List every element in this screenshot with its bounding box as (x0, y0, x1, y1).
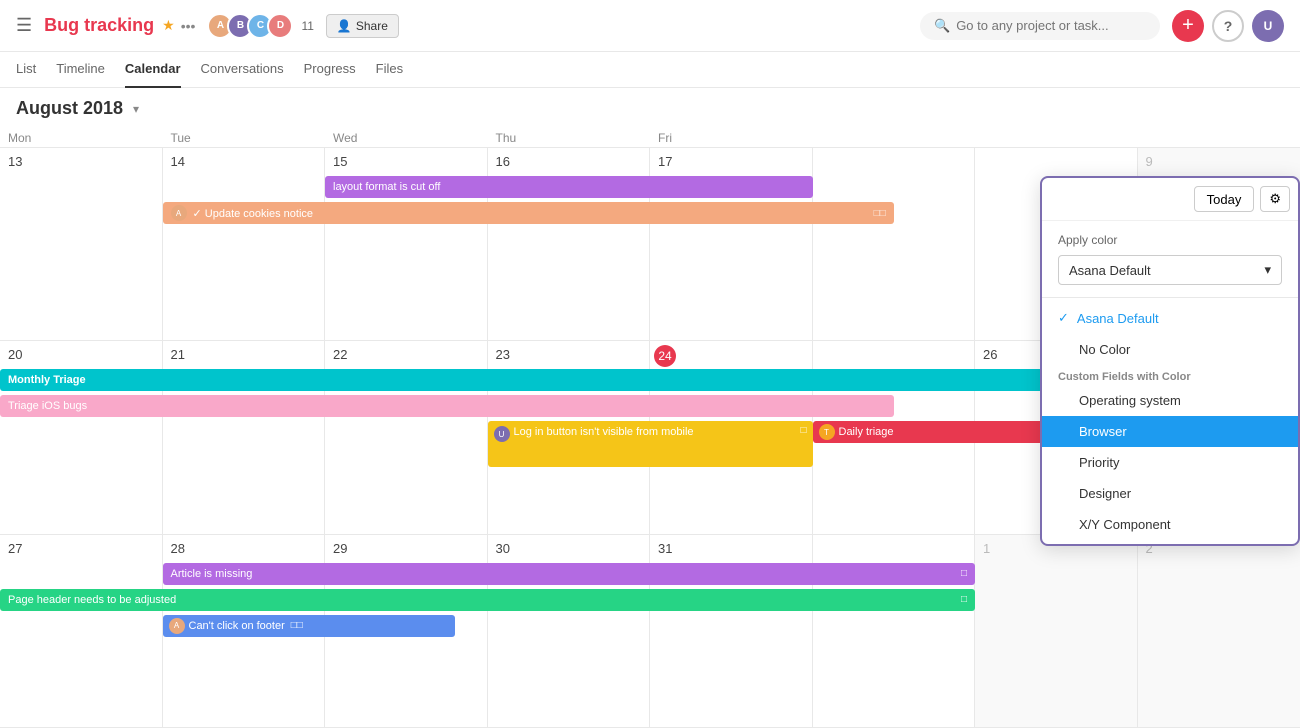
nav-tabs: List Timeline Calendar Conversations Pro… (0, 52, 1300, 88)
tab-calendar[interactable]: Calendar (125, 52, 181, 88)
avatar: D (267, 13, 293, 39)
dropdown-item-xy-component[interactable]: X/Y Component (1042, 509, 1298, 540)
event-layout-format[interactable]: layout format is cut off (325, 176, 813, 198)
event-avatar: T (819, 424, 835, 440)
day-13: 13 (0, 148, 163, 340)
event-triage-ios[interactable]: Triage iOS bugs (0, 395, 894, 417)
dropdown-item-no-color[interactable]: No Color (1042, 334, 1298, 365)
user-avatar[interactable]: U (1252, 10, 1284, 42)
event-icons: □ (961, 568, 967, 579)
day-header-sat (813, 129, 976, 147)
avatar-group: A B C D (207, 13, 293, 39)
apply-color-label: Apply color (1058, 233, 1282, 247)
help-button[interactable]: ? (1212, 10, 1244, 42)
day-headers-row: Mon Tue Wed Thu Fri (0, 129, 1300, 148)
today-button[interactable]: Today (1194, 186, 1255, 212)
event-page-header[interactable]: Page header needs to be adjusted □ (0, 589, 975, 611)
event-avatar: A (171, 205, 187, 221)
avatar-count: 11 (301, 19, 313, 33)
tab-conversations[interactable]: Conversations (201, 52, 284, 88)
event-icons: □□ (291, 620, 303, 631)
day-18 (813, 148, 976, 340)
add-button[interactable]: + (1172, 10, 1204, 42)
event-icons: □□ (874, 208, 886, 219)
search-input[interactable] (956, 18, 1136, 33)
event-monthly-triage[interactable]: Monthly Triage (0, 369, 1056, 391)
event-avatar: U (494, 426, 510, 442)
day-header-mon: Mon (0, 129, 163, 147)
tab-files[interactable]: Files (376, 52, 403, 88)
dropdown-item-browser[interactable]: Browser (1042, 416, 1298, 447)
dropdown-arrow-icon: ▾ (1264, 262, 1271, 278)
day-sept-2: 2 (1138, 535, 1300, 727)
top-bar: ☰ Bug tracking ★ ••• A B C D 11 👤 Share … (0, 0, 1300, 52)
search-icon: 🔍 (934, 18, 950, 34)
calendar-container: August 2018 ▾ Mon Tue Wed Thu Fri 13 14 … (0, 88, 1300, 728)
day-header-fri: Fri (650, 129, 813, 147)
day-header-sun (975, 129, 1138, 147)
day-header-thu: Thu (488, 129, 651, 147)
event-update-cookies[interactable]: A ✓ Update cookies notice □□ (163, 202, 894, 224)
dropdown-item-asana-default[interactable]: ✓ Asana Default (1042, 302, 1298, 334)
dropdown-item-designer[interactable]: Designer (1042, 478, 1298, 509)
day-sept-1: 1 (975, 535, 1138, 727)
calendar-header: August 2018 ▾ (0, 88, 1300, 129)
event-avatar: A (169, 618, 185, 634)
color-panel: Today ⚙ Apply color Asana Default ▾ ✓ As… (1040, 176, 1300, 546)
day-header-extra (1138, 129, 1300, 147)
project-title: Bug tracking (44, 15, 154, 36)
event-icons: □ (961, 594, 967, 605)
tab-list[interactable]: List (16, 52, 36, 88)
dropdown-list: ✓ Asana Default No Color Custom Fields w… (1042, 297, 1298, 544)
day-header-tue: Tue (163, 129, 326, 147)
day-27: 27 (0, 535, 163, 727)
search-bar: 🔍 (920, 12, 1160, 40)
dropdown-item-priority[interactable]: Priority (1042, 447, 1298, 478)
hamburger-menu[interactable]: ☰ (16, 15, 32, 36)
event-cant-click-footer[interactable]: A Can't click on footer □□ (163, 615, 456, 637)
more-options-icon[interactable]: ••• (181, 18, 196, 34)
month-dropdown-arrow[interactable]: ▾ (133, 102, 139, 116)
day-header-wed: Wed (325, 129, 488, 147)
check-icon: ✓ (1058, 310, 1069, 326)
day-14: 14 (163, 148, 326, 340)
dropdown-section-custom-fields: Custom Fields with Color (1042, 365, 1298, 385)
apply-color-section: Apply color Asana Default ▾ (1042, 221, 1298, 297)
tab-progress[interactable]: Progress (304, 52, 356, 88)
dropdown-item-operating-system[interactable]: Operating system (1042, 385, 1298, 416)
month-title: August 2018 (16, 98, 123, 119)
color-panel-top: Today ⚙ (1042, 178, 1298, 221)
star-icon[interactable]: ★ (162, 17, 175, 34)
tab-timeline[interactable]: Timeline (56, 52, 105, 88)
share-icon: 👤 (337, 19, 352, 33)
event-icons: □ (800, 425, 806, 436)
settings-button[interactable]: ⚙ (1260, 186, 1290, 212)
share-button[interactable]: 👤 Share (326, 14, 399, 38)
event-login-button[interactable]: U Log in button isn't visible from mobil… (488, 421, 813, 467)
week-row-3: 27 28 29 30 31 1 2 Article is missing □ … (0, 535, 1300, 728)
color-select-dropdown[interactable]: Asana Default ▾ (1058, 255, 1282, 285)
event-article-missing[interactable]: Article is missing □ (163, 563, 976, 585)
